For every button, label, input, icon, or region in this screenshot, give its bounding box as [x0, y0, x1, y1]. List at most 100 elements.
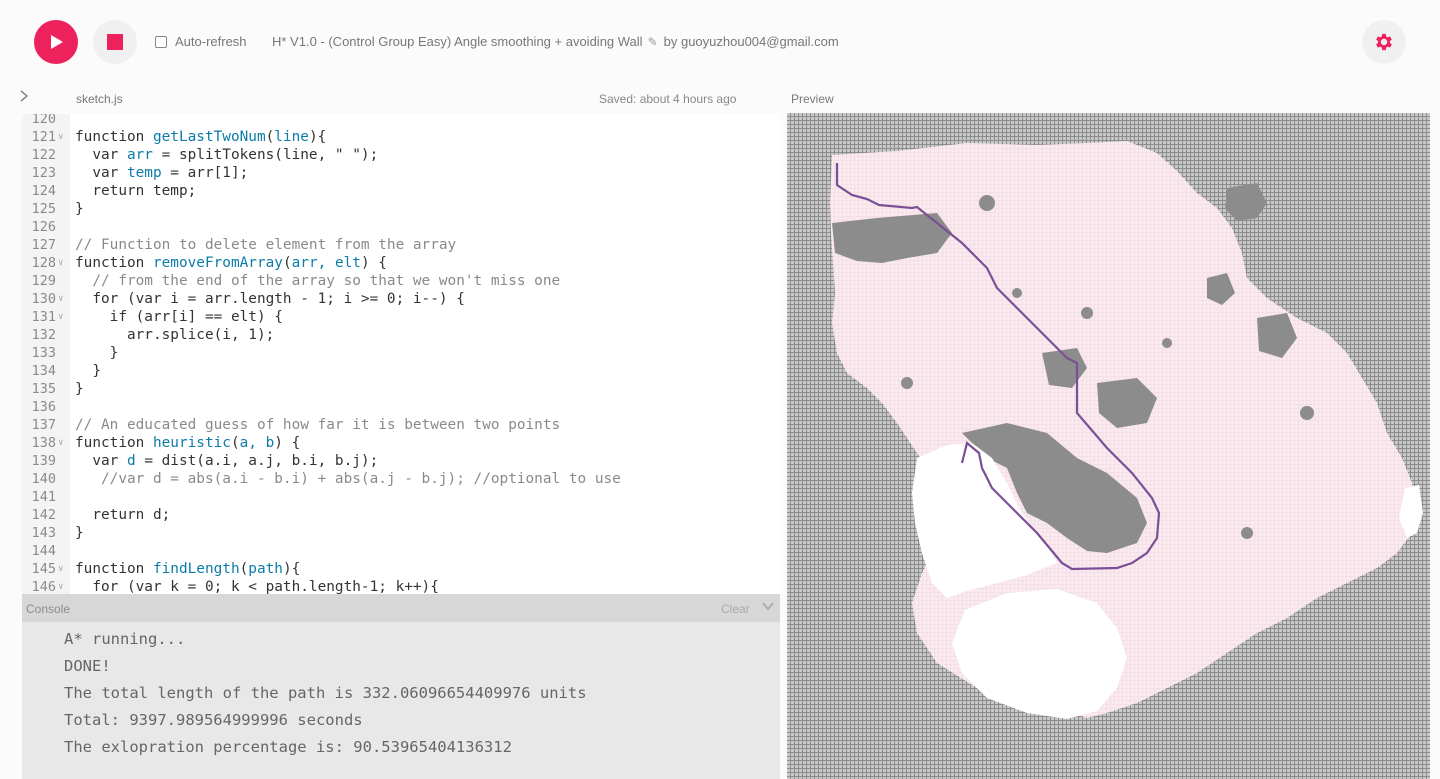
line-number: 144 [31, 543, 56, 559]
line-number: 136 [31, 399, 56, 415]
code-line[interactable]: 136 [22, 398, 780, 416]
stop-button[interactable] [93, 20, 137, 64]
line-code[interactable]: function findLength(path){ [75, 560, 300, 578]
line-code[interactable]: } [75, 380, 84, 398]
play-icon [51, 35, 63, 49]
line-code[interactable]: } [75, 524, 84, 542]
fold-chevron-icon[interactable]: ∨ [58, 308, 63, 326]
code-line[interactable]: 130 ∨ for (var i = arr.length - 1; i >= 0… [22, 290, 780, 308]
sketch-preview-canvas[interactable] [787, 113, 1430, 779]
fold-chevron-icon[interactable]: ∨ [58, 128, 63, 146]
code-line[interactable]: 128 ∨ function removeFromArray(arr, elt) { [22, 254, 780, 272]
fold-chevron-icon[interactable]: ∨ [58, 578, 63, 594]
line-number: 140 [31, 471, 56, 487]
code-line[interactable]: 127 // Function to delete element from th… [22, 236, 780, 254]
fold-chevron-icon[interactable]: ∨ [58, 560, 63, 578]
auto-refresh-toggle[interactable]: Auto-refresh [155, 34, 247, 49]
code-line[interactable]: 129 // from the end of the array so that… [22, 272, 780, 290]
line-number: 146 [31, 579, 56, 594]
code-line[interactable]: 141 [22, 488, 780, 506]
line-number: 124 [31, 183, 56, 199]
console-line: A* running... [64, 630, 186, 648]
settings-button[interactable] [1362, 20, 1406, 64]
line-code[interactable]: // Function to delete element from the a… [75, 236, 456, 254]
code-line[interactable]: 121 ∨ function getLastTwoNum(line){ [22, 128, 780, 146]
line-code[interactable]: } [75, 200, 84, 218]
line-number: 133 [31, 345, 56, 361]
project-owner[interactable]: by guoyuzhou004@gmail.com [664, 34, 839, 49]
fold-chevron-icon[interactable]: ∨ [58, 290, 63, 308]
line-number: 125 [31, 201, 56, 217]
code-line[interactable]: 123 var temp = arr[1]; [22, 164, 780, 182]
auto-refresh-checkbox[interactable] [155, 35, 167, 48]
code-line[interactable]: 137 // An educated guess of how far it is… [22, 416, 780, 434]
code-line[interactable]: 126 [22, 218, 780, 236]
stop-icon [107, 34, 123, 50]
code-line[interactable]: 134 } [22, 362, 780, 380]
code-line[interactable]: 131 ∨ if (arr[i] == elt) { [22, 308, 780, 326]
auto-refresh-label: Auto-refresh [175, 34, 247, 49]
fold-chevron-icon[interactable]: ∨ [58, 434, 63, 452]
play-button[interactable] [34, 20, 78, 64]
line-code[interactable]: for (var i = arr.length - 1; i >= 0; i--… [75, 290, 465, 308]
line-code[interactable]: function removeFromArray(arr, elt) { [75, 254, 387, 272]
file-name[interactable]: sketch.js [76, 92, 123, 106]
code-line[interactable]: 135} [22, 380, 780, 398]
line-code[interactable]: return temp; [75, 182, 196, 200]
obstacle-dot-5 [901, 377, 913, 389]
line-number: 121 [31, 129, 56, 145]
line-number: 130 [31, 291, 56, 307]
toolbar: Auto-refresh H* V1.0 - (Control Group Ea… [0, 0, 1440, 84]
console-title: Console [26, 602, 71, 616]
obstacle-dot-7 [1012, 288, 1022, 298]
code-line[interactable]: 146 ∨ for (var k = 0; k < path.length-1; … [22, 578, 780, 594]
line-code[interactable]: arr.splice(i, 1); [75, 326, 274, 344]
code-line[interactable]: 125} [22, 200, 780, 218]
code-line[interactable]: 120 [22, 114, 780, 128]
fold-chevron-icon[interactable]: ∨ [58, 254, 63, 272]
line-code[interactable]: // from the end of the array so that we … [75, 272, 560, 290]
line-code[interactable]: if (arr[i] == elt) { [75, 308, 283, 326]
line-code[interactable]: //var d = abs(a.i - b.i) + abs(a.j - b.j… [75, 470, 621, 488]
line-code[interactable]: } [75, 344, 119, 362]
line-code[interactable]: var arr = splitTokens(line, " "); [75, 146, 378, 164]
line-number: 143 [31, 525, 56, 541]
line-number: 137 [31, 417, 56, 433]
code-line[interactable]: 122 var arr = splitTokens(line, " "); [22, 146, 780, 164]
project-title[interactable]: H* V1.0 - (Control Group Easy) Angle smo… [272, 34, 643, 49]
code-line[interactable]: 145 ∨ function findLength(path){ [22, 560, 780, 578]
code-line[interactable]: 143} [22, 524, 780, 542]
line-code[interactable]: var d = dist(a.i, a.j, b.i, b.j); [75, 452, 378, 470]
line-code[interactable]: } [75, 362, 101, 380]
code-line[interactable]: 132 arr.splice(i, 1); [22, 326, 780, 344]
obstacle-dot-1 [979, 195, 995, 211]
code-lines[interactable]: 120 121 ∨ function getLastTwoNum(line){122 … [22, 114, 780, 594]
obstacle-dot-6 [1162, 338, 1172, 348]
gear-icon [1376, 33, 1392, 51]
obstacle-dot-3 [1300, 406, 1314, 420]
code-line[interactable]: 124 return temp; [22, 182, 780, 200]
line-code[interactable]: // An educated guess of how far it is be… [75, 416, 560, 434]
code-line[interactable]: 144 [22, 542, 780, 560]
line-number: 141 [31, 489, 56, 505]
pencil-icon[interactable]: ✎ [648, 35, 658, 49]
saved-status: Saved: about 4 hours ago [599, 92, 737, 106]
line-code[interactable]: var temp = arr[1]; [75, 164, 248, 182]
code-editor[interactable]: 120 121 ∨ function getLastTwoNum(line){122 … [22, 114, 780, 594]
console-collapse-chevron-icon[interactable] [761, 599, 775, 618]
line-code[interactable]: return d; [75, 506, 170, 524]
line-code[interactable]: for (var k = 0; k < path.length-1; k++){ [75, 578, 439, 594]
line-number: 142 [31, 507, 56, 523]
code-line[interactable]: 142 return d; [22, 506, 780, 524]
project-title-group: H* V1.0 - (Control Group Easy) Angle smo… [272, 34, 839, 49]
line-code[interactable]: function getLastTwoNum(line){ [75, 128, 326, 146]
code-line[interactable]: 133 } [22, 344, 780, 362]
code-line[interactable]: 139 var d = dist(a.i, a.j, b.i, b.j); [22, 452, 780, 470]
sidebar-toggle-chevron-icon[interactable] [19, 89, 29, 106]
code-line[interactable]: 140 //var d = abs(a.i - b.i) + abs(a.j -… [22, 470, 780, 488]
code-line[interactable]: 138 ∨ function heuristic(a, b) { [22, 434, 780, 452]
line-number: 135 [31, 381, 56, 397]
console-clear-button[interactable]: Clear [721, 602, 750, 616]
line-number: 127 [31, 237, 56, 253]
line-code[interactable]: function heuristic(a, b) { [75, 434, 300, 452]
